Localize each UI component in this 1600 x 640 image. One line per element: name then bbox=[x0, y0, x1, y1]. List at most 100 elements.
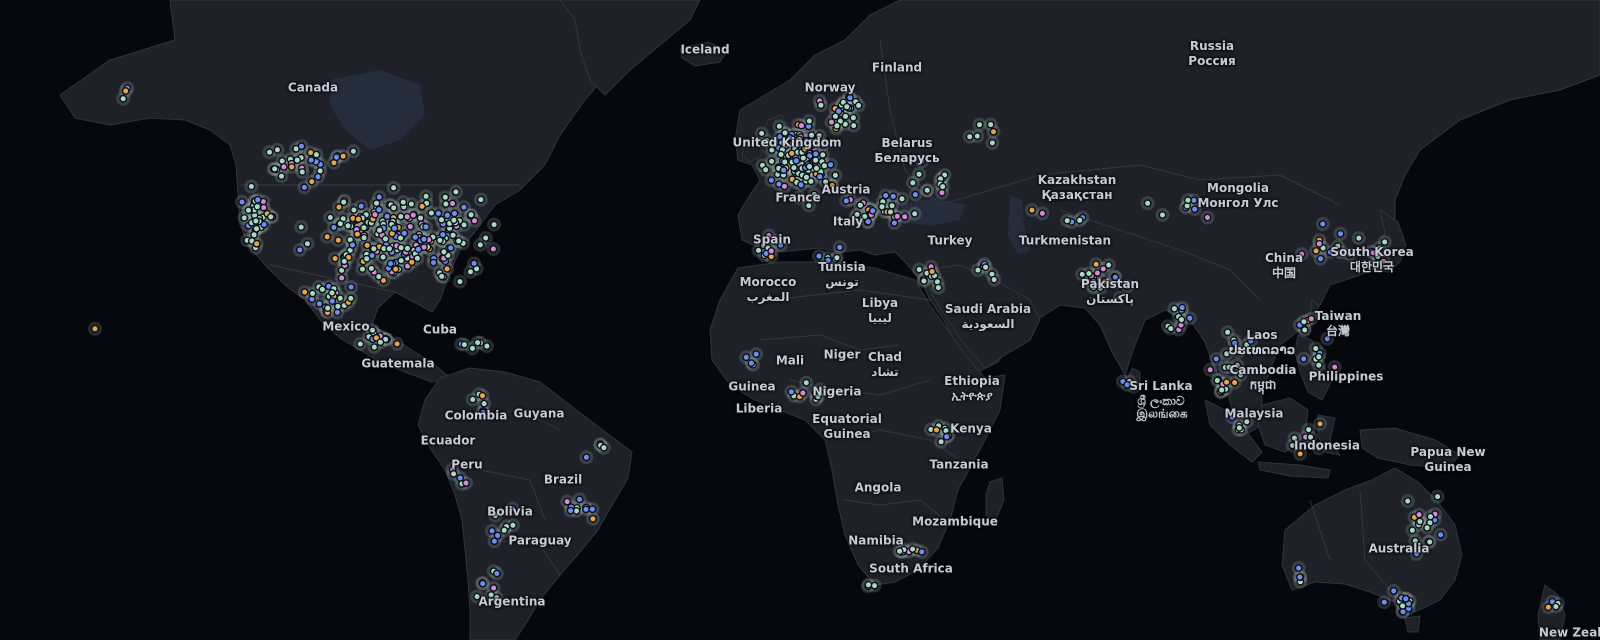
location-marker[interactable] bbox=[1075, 216, 1084, 225]
location-marker[interactable] bbox=[815, 252, 823, 261]
location-marker[interactable] bbox=[1401, 594, 1410, 603]
location-marker[interactable] bbox=[889, 192, 898, 201]
location-marker[interactable] bbox=[775, 122, 784, 131]
location-marker[interactable] bbox=[326, 213, 335, 222]
location-marker[interactable] bbox=[915, 170, 923, 179]
location-marker[interactable] bbox=[988, 138, 997, 147]
location-marker[interactable] bbox=[347, 283, 355, 291]
world-map[interactable]: Canada Iceland Finland Norway Russia Росс… bbox=[0, 0, 1600, 640]
location-marker[interactable] bbox=[389, 183, 398, 192]
location-marker[interactable] bbox=[287, 163, 296, 171]
location-marker[interactable] bbox=[441, 193, 450, 202]
location-marker[interactable] bbox=[934, 283, 943, 292]
location-marker[interactable] bbox=[337, 274, 346, 282]
location-marker[interactable] bbox=[332, 153, 341, 162]
location-marker[interactable] bbox=[1028, 206, 1036, 215]
location-marker[interactable] bbox=[357, 202, 366, 211]
location-marker[interactable] bbox=[1185, 314, 1194, 323]
location-marker[interactable] bbox=[805, 162, 814, 171]
location-marker[interactable] bbox=[831, 112, 840, 121]
location-marker[interactable] bbox=[1315, 239, 1324, 248]
location-marker[interactable] bbox=[359, 223, 368, 232]
location-marker[interactable] bbox=[942, 432, 951, 441]
location-marker[interactable] bbox=[1318, 220, 1327, 228]
location-marker[interactable] bbox=[854, 101, 863, 110]
location-marker[interactable] bbox=[459, 203, 468, 212]
location-marker[interactable] bbox=[443, 264, 451, 273]
location-marker[interactable] bbox=[354, 215, 363, 224]
location-marker[interactable] bbox=[391, 265, 400, 273]
location-marker[interactable] bbox=[1177, 315, 1186, 324]
location-marker[interactable] bbox=[835, 243, 844, 252]
location-marker[interactable] bbox=[1299, 354, 1308, 363]
location-marker[interactable] bbox=[121, 87, 130, 95]
location-marker[interactable] bbox=[367, 264, 376, 273]
location-marker[interactable] bbox=[300, 288, 309, 296]
location-marker[interactable] bbox=[1307, 314, 1316, 323]
location-marker[interactable] bbox=[831, 171, 840, 180]
location-marker[interactable] bbox=[466, 267, 475, 276]
location-marker[interactable] bbox=[589, 514, 597, 523]
location-marker[interactable] bbox=[878, 202, 886, 211]
location-marker[interactable] bbox=[1212, 354, 1221, 363]
location-marker[interactable] bbox=[238, 198, 246, 206]
location-marker[interactable] bbox=[119, 94, 128, 103]
location-marker[interactable] bbox=[742, 353, 751, 362]
location-marker[interactable] bbox=[1416, 517, 1424, 526]
location-marker[interactable] bbox=[805, 117, 814, 125]
location-marker[interactable] bbox=[315, 299, 324, 308]
location-marker[interactable] bbox=[767, 157, 776, 166]
location-marker[interactable] bbox=[928, 267, 936, 276]
location-marker[interactable] bbox=[1314, 352, 1323, 361]
location-marker[interactable] bbox=[328, 297, 337, 305]
location-marker[interactable] bbox=[797, 121, 806, 130]
location-marker[interactable] bbox=[397, 256, 406, 265]
location-marker[interactable] bbox=[779, 166, 788, 175]
location-marker[interactable] bbox=[336, 294, 345, 303]
location-marker[interactable] bbox=[389, 203, 398, 212]
location-marker[interactable] bbox=[767, 247, 776, 255]
location-marker[interactable] bbox=[908, 545, 917, 553]
location-marker[interactable] bbox=[340, 257, 349, 266]
location-marker[interactable] bbox=[1217, 386, 1226, 394]
location-marker[interactable] bbox=[974, 266, 982, 274]
location-marker[interactable] bbox=[868, 206, 877, 215]
location-marker[interactable] bbox=[279, 162, 288, 171]
location-marker[interactable] bbox=[375, 226, 384, 235]
location-marker[interactable] bbox=[336, 219, 345, 228]
location-marker[interactable] bbox=[600, 443, 608, 452]
location-marker[interactable] bbox=[1296, 573, 1304, 581]
location-marker[interactable] bbox=[460, 220, 468, 229]
location-marker[interactable] bbox=[252, 224, 261, 233]
location-marker[interactable] bbox=[455, 277, 464, 286]
location-marker[interactable] bbox=[403, 244, 412, 253]
location-marker[interactable] bbox=[376, 338, 385, 347]
location-marker[interactable] bbox=[575, 495, 584, 504]
location-marker[interactable] bbox=[1354, 234, 1363, 243]
location-marker[interactable] bbox=[981, 263, 990, 272]
location-marker[interactable] bbox=[886, 208, 895, 216]
location-marker[interactable] bbox=[1552, 602, 1560, 611]
location-marker[interactable] bbox=[989, 127, 998, 136]
location-marker[interactable] bbox=[416, 214, 425, 222]
location-marker[interactable] bbox=[422, 192, 430, 201]
location-marker[interactable] bbox=[938, 182, 947, 191]
location-marker[interactable] bbox=[374, 272, 383, 281]
location-marker[interactable] bbox=[454, 237, 463, 245]
location-marker[interactable] bbox=[473, 338, 482, 347]
location-marker[interactable] bbox=[91, 324, 99, 333]
location-marker[interactable] bbox=[372, 199, 381, 208]
location-marker[interactable] bbox=[449, 216, 458, 225]
location-marker[interactable] bbox=[460, 340, 469, 349]
location-marker[interactable] bbox=[414, 245, 423, 254]
location-marker[interactable] bbox=[915, 265, 924, 274]
location-marker[interactable] bbox=[908, 178, 917, 187]
location-marker[interactable] bbox=[1423, 523, 1432, 532]
location-marker[interactable] bbox=[1038, 209, 1047, 218]
location-marker[interactable] bbox=[754, 246, 763, 255]
location-marker[interactable] bbox=[318, 285, 327, 294]
location-marker[interactable] bbox=[370, 343, 379, 351]
location-marker[interactable] bbox=[413, 254, 422, 263]
location-marker[interactable] bbox=[334, 236, 343, 245]
location-marker[interactable] bbox=[842, 196, 851, 205]
